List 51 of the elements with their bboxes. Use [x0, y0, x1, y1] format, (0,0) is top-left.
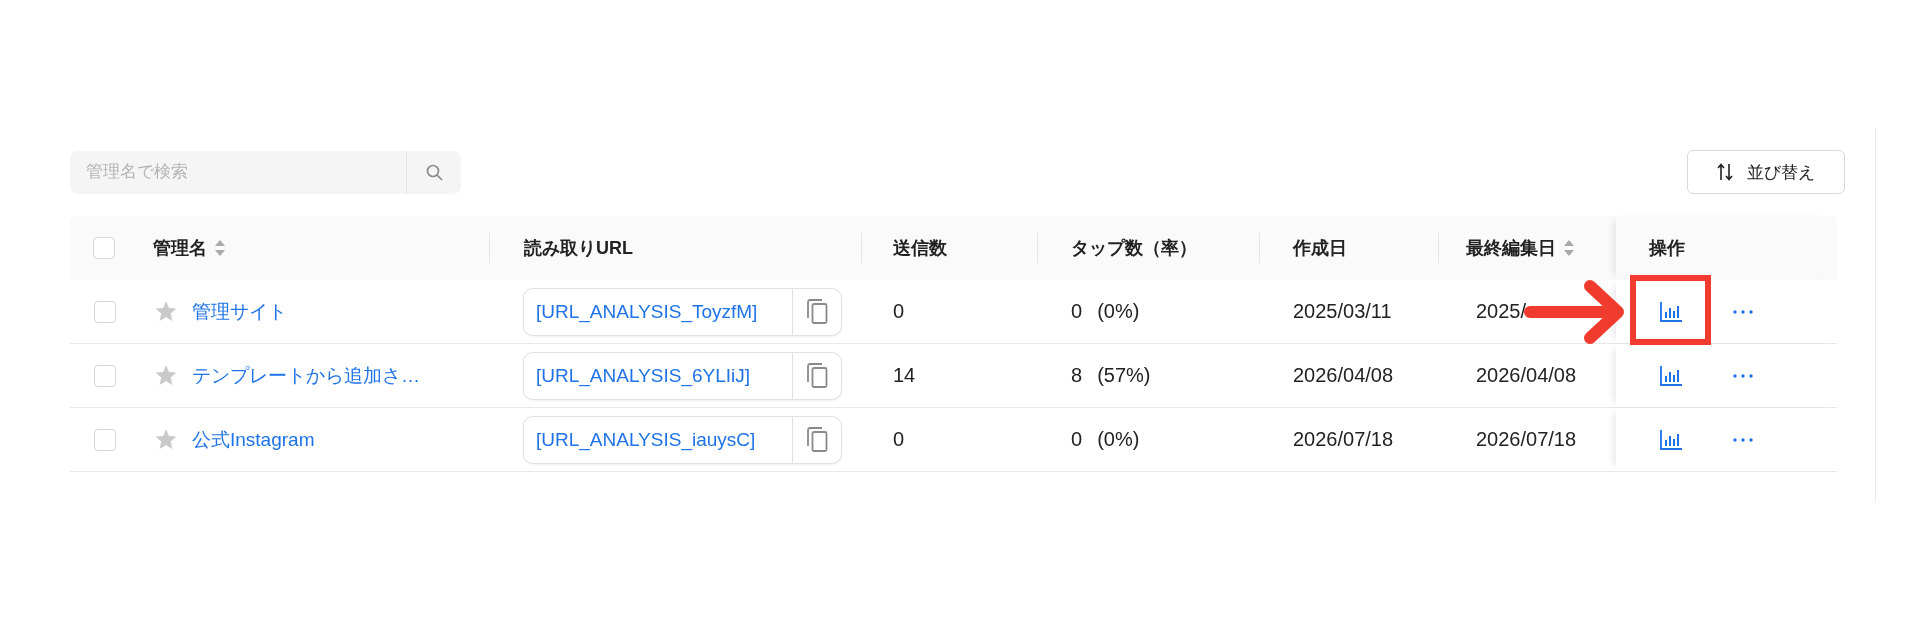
bar-chart-icon[interactable] — [1660, 301, 1682, 322]
tap-rate: (57%) — [1097, 364, 1151, 387]
tap-rate: (0%) — [1097, 300, 1140, 323]
column-header: タップ数（率） — [1071, 237, 1197, 260]
more-icon[interactable] — [1733, 309, 1753, 314]
star-icon[interactable] — [155, 301, 177, 322]
sent-count: 14 — [893, 364, 916, 387]
sort-button[interactable]: 並び替え — [1687, 150, 1845, 194]
sent-count: 0 — [893, 428, 905, 451]
bar-chart-icon[interactable] — [1660, 365, 1682, 386]
sent-count: 0 — [893, 300, 905, 323]
copy-icon — [806, 427, 828, 452]
tap-count: 0 — [1071, 300, 1083, 323]
copy-icon — [806, 299, 828, 324]
created-date: 2026/07/18 — [1293, 428, 1394, 451]
edited-date: 2026/07/18 — [1476, 428, 1577, 451]
created-date: 2026/04/08 — [1293, 364, 1394, 387]
search-icon — [425, 163, 443, 181]
sort-icon[interactable] — [215, 240, 225, 256]
column-header: 作成日 — [1293, 237, 1347, 260]
edited-date: 2025/ — [1476, 300, 1527, 323]
tap-rate: (0%) — [1097, 428, 1140, 451]
url-link[interactable]: [URL_ANALYSIS_ToyzfM] — [524, 288, 792, 335]
tap-count: 0 — [1071, 428, 1083, 451]
name-link[interactable]: 管理サイト — [192, 298, 287, 325]
column-header: 管理名 — [153, 237, 207, 260]
bar-chart-icon[interactable] — [1660, 429, 1682, 450]
row-checkbox[interactable] — [94, 300, 116, 323]
tap-count: 8 — [1071, 364, 1083, 387]
name-link[interactable]: テンプレートから追加さ… — [192, 362, 420, 389]
column-header: 読み取りURL — [524, 237, 633, 260]
name-link[interactable]: 公式Instagram — [192, 426, 315, 453]
column-header: 送信数 — [893, 237, 947, 260]
star-icon[interactable] — [155, 429, 177, 450]
row-checkbox[interactable] — [94, 364, 116, 387]
column-header: 最終編集日 — [1466, 237, 1556, 260]
row-checkbox[interactable] — [94, 428, 116, 451]
more-icon[interactable] — [1733, 373, 1753, 378]
sort-arrows-icon — [1717, 163, 1733, 181]
more-icon[interactable] — [1733, 437, 1753, 442]
star-icon[interactable] — [155, 365, 177, 386]
edited-date: 2026/04/08 — [1476, 364, 1577, 387]
select-all-checkbox[interactable] — [93, 237, 115, 259]
search-field[interactable]: 管理名で検索 — [70, 150, 406, 194]
search-button[interactable] — [406, 150, 461, 194]
column-header: 操作 — [1649, 237, 1685, 260]
created-date: 2025/03/11 — [1293, 300, 1392, 323]
sort-icon[interactable] — [1564, 240, 1574, 256]
url-link[interactable]: [URL_ANALYSIS_6YLIiJ] — [524, 352, 792, 399]
url-link[interactable]: [URL_ANALYSIS_iauysC] — [524, 416, 792, 463]
copy-icon — [806, 363, 828, 388]
